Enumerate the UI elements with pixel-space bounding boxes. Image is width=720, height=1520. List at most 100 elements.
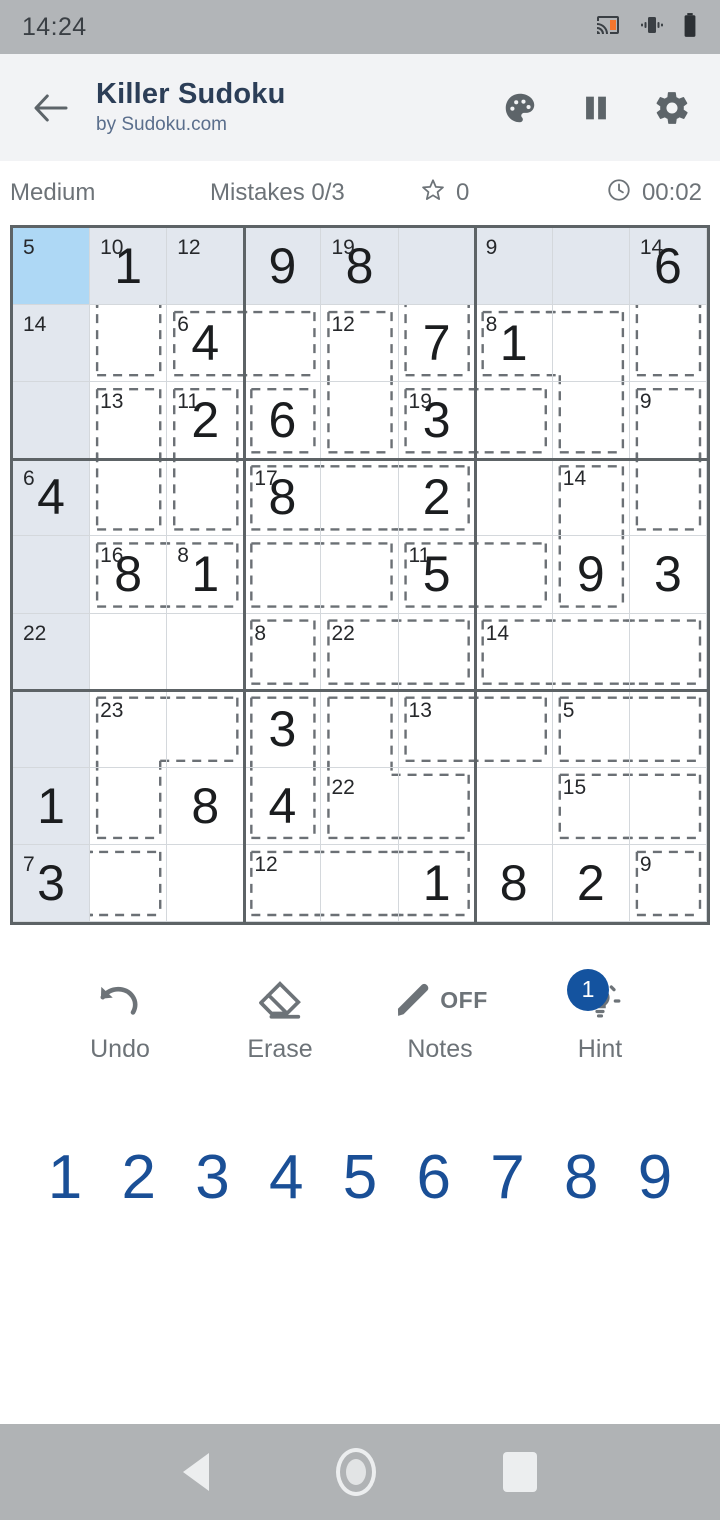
number-button-9[interactable]: 9 <box>624 1147 686 1209</box>
number-button-8[interactable]: 8 <box>550 1147 612 1209</box>
hint-glyph: 1 <box>567 968 623 1029</box>
number-button-1[interactable]: 1 <box>34 1147 96 1209</box>
cell-r1c8[interactable] <box>552 228 630 306</box>
cell-r9c3[interactable] <box>167 844 245 922</box>
cell-r9c2[interactable] <box>90 844 168 922</box>
score-group: 0 <box>410 177 606 210</box>
cell-r8c2[interactable] <box>90 767 168 845</box>
cell-r5c1[interactable] <box>13 536 91 614</box>
number-button-4[interactable]: 4 <box>255 1147 317 1209</box>
number-button-7[interactable]: 7 <box>477 1147 539 1209</box>
cell-r8c3[interactable]: 8 <box>167 767 245 845</box>
cell-r9c5[interactable] <box>321 844 399 922</box>
cell-r8c4[interactable]: 4 <box>244 767 322 845</box>
cell-value: 8 <box>499 854 528 911</box>
undo-arrow-icon <box>100 986 138 1015</box>
cell-r2c9[interactable] <box>629 305 707 383</box>
nav-home-button[interactable] <box>335 1448 376 1496</box>
back-button[interactable] <box>28 85 74 131</box>
cell-r8c7[interactable] <box>475 767 553 845</box>
status-bar: 14:24 <box>0 0 720 54</box>
star-outline-icon <box>420 177 446 210</box>
app-titles: Killer Sudoku by Sudoku.com <box>96 78 500 136</box>
board-container: 1 9 8 6 4 7 1 2 6 3 4 8 2 8 1 5 9 3 3 1 8 4 3 1 8 2 5 10 12 19 9 14 14 6 1… <box>0 225 720 925</box>
number-button-2[interactable]: 2 <box>108 1147 170 1209</box>
notes-glyph: OFF <box>392 973 488 1029</box>
pause-button[interactable] <box>576 88 616 128</box>
cell-r6c9[interactable] <box>629 613 707 691</box>
cell-r3c5[interactable] <box>321 382 399 460</box>
notes-button[interactable]: OFF Notes <box>370 973 510 1064</box>
cage-sum-label: 6 <box>177 313 189 337</box>
cell-r8c1[interactable]: 1 <box>13 767 91 845</box>
cell-r2c8[interactable] <box>552 305 630 383</box>
nav-back-button[interactable] <box>183 1453 210 1491</box>
cell-r5c9[interactable]: 3 <box>629 536 707 614</box>
timer-group: 00:02 <box>606 177 708 210</box>
cell-r7c1[interactable] <box>13 690 91 768</box>
cell-r6c6[interactable] <box>398 613 476 691</box>
cell-r4c7[interactable] <box>475 459 553 537</box>
cell-r8c6[interactable] <box>398 767 476 845</box>
theme-palette-icon <box>505 93 535 122</box>
cage-sum-label: 13 <box>100 390 124 414</box>
tool-row: Undo Erase OFF Notes 1 Hint <box>0 925 720 1085</box>
settings-button[interactable] <box>652 88 692 128</box>
undo-button[interactable]: Undo <box>50 973 190 1064</box>
cell-r4c6[interactable]: 2 <box>398 459 476 537</box>
cell-r1c4[interactable]: 9 <box>244 228 322 306</box>
cell-r1c6[interactable] <box>398 228 476 306</box>
cell-r2c4[interactable] <box>244 305 322 383</box>
number-pad[interactable]: 123456789 <box>0 1085 720 1235</box>
cage-sum-label: 12 <box>254 852 278 876</box>
cell-r5c5[interactable] <box>321 536 399 614</box>
cell-r3c8[interactable] <box>552 382 630 460</box>
cell-r6c8[interactable] <box>552 613 630 691</box>
cell-r6c3[interactable] <box>167 613 245 691</box>
cell-r7c3[interactable] <box>167 690 245 768</box>
cell-r3c1[interactable] <box>13 382 91 460</box>
erase-button[interactable]: Erase <box>210 973 350 1064</box>
cell-r2c2[interactable] <box>90 305 168 383</box>
number-button-5[interactable]: 5 <box>329 1147 391 1209</box>
cage-sum-label: 5 <box>562 698 575 722</box>
cage-sum-label: 5 <box>23 236 35 259</box>
cell-r4c9[interactable] <box>629 459 707 537</box>
eraser-icon <box>259 980 301 1019</box>
cell-r4c3[interactable] <box>167 459 245 537</box>
sudoku-board[interactable]: 1 9 8 6 4 7 1 2 6 3 4 8 2 8 1 5 9 3 3 1 8 4 3 1 8 2 5 10 12 19 9 14 14 6 1… <box>10 225 710 925</box>
cell-r2c6[interactable]: 7 <box>398 305 476 383</box>
cell-r7c5[interactable] <box>321 690 399 768</box>
cell-r7c7[interactable] <box>475 690 553 768</box>
cell-r8c9[interactable] <box>629 767 707 845</box>
theme-palette-button[interactable] <box>500 88 540 128</box>
cell-r7c9[interactable] <box>629 690 707 768</box>
cell-r9c8[interactable]: 2 <box>552 844 630 922</box>
number-button-6[interactable]: 6 <box>403 1147 465 1209</box>
cell-r7c4[interactable]: 3 <box>244 690 322 768</box>
cell-r5c7[interactable] <box>475 536 553 614</box>
cell-r3c7[interactable] <box>475 382 553 460</box>
cage-sum-label: 17 <box>254 467 278 491</box>
cell-r5c4[interactable] <box>244 536 322 614</box>
hint-label: Hint <box>577 1034 623 1063</box>
cage-sum-label: 14 <box>485 621 510 645</box>
box-separator-horizontal <box>13 689 707 693</box>
hint-count-badge: 1 <box>567 968 609 1011</box>
cell-r4c5[interactable] <box>321 459 399 537</box>
nav-recent-button[interactable] <box>502 1452 537 1492</box>
number-button-3[interactable]: 3 <box>182 1147 244 1209</box>
page-subtitle: by Sudoku.com <box>96 114 227 136</box>
cell-r9c7[interactable]: 8 <box>475 844 553 922</box>
status-clock: 14:24 <box>22 12 87 41</box>
hint-button[interactable]: 1 Hint <box>530 968 670 1064</box>
cell-r3c4[interactable]: 6 <box>244 382 322 460</box>
cell-r4c2[interactable] <box>90 459 168 537</box>
cell-r5c8[interactable]: 9 <box>552 536 630 614</box>
notes-label: Notes <box>407 1034 473 1063</box>
cell-value: 2 <box>576 854 605 911</box>
nav-back-icon <box>183 1453 210 1491</box>
cell-r6c2[interactable] <box>90 613 168 691</box>
cage-sum-label: 22 <box>331 621 355 645</box>
cell-r9c6[interactable]: 1 <box>398 844 476 922</box>
